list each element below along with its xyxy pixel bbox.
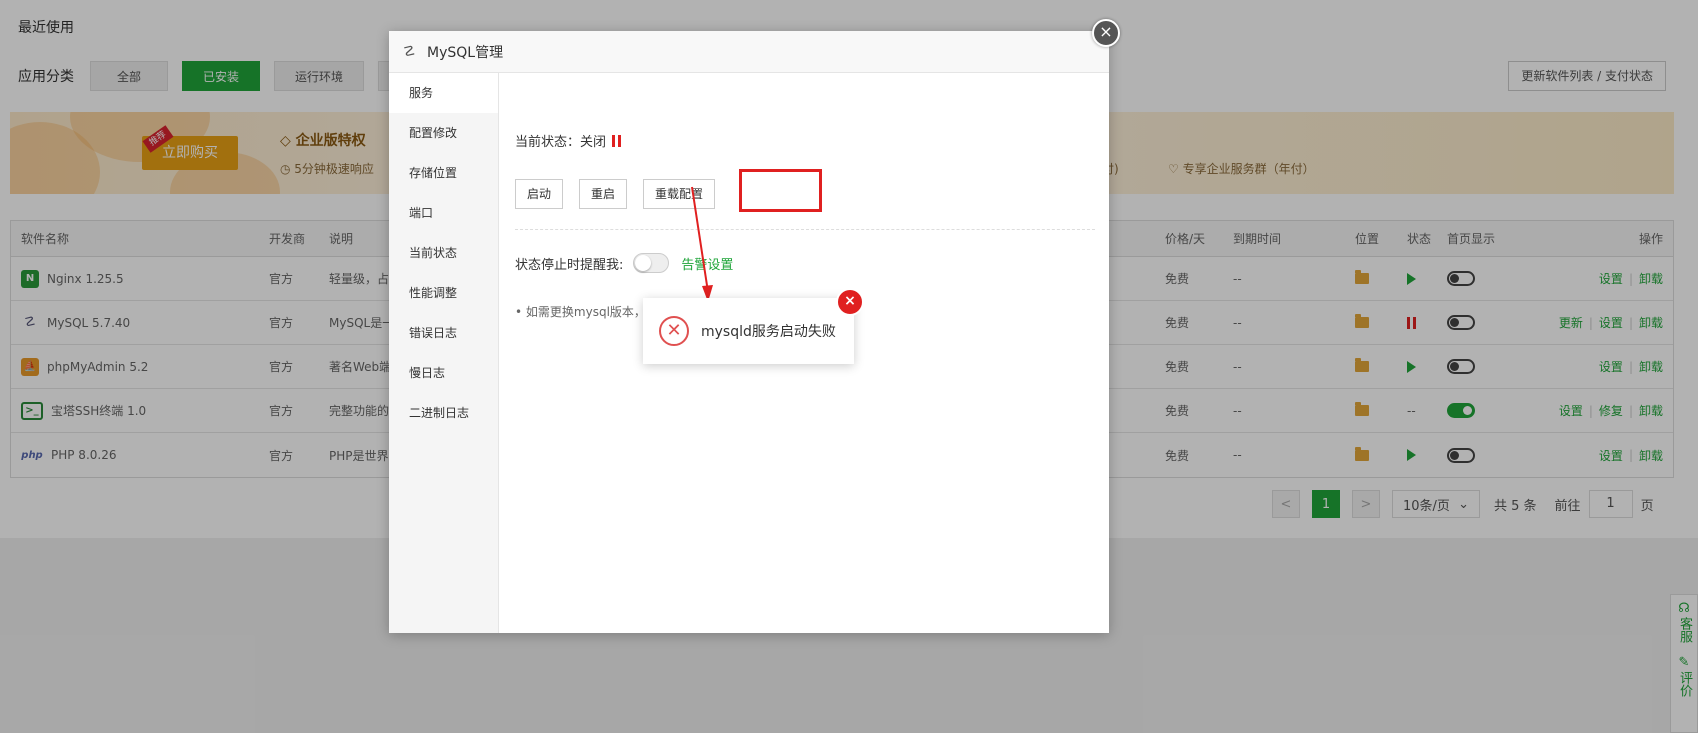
toast-message: mysqld服务启动失败 xyxy=(701,324,836,340)
restart-button[interactable]: 重启 xyxy=(579,179,628,209)
divider xyxy=(515,229,1095,230)
menu-error-log[interactable]: 错误日志 xyxy=(389,313,498,353)
highlight-box xyxy=(739,169,822,212)
menu-binlog[interactable]: 二进制日志 xyxy=(389,393,498,433)
stop-reminder-toggle[interactable] xyxy=(633,253,670,273)
menu-config[interactable]: 配置修改 xyxy=(389,113,498,153)
status-value: 关闭 xyxy=(580,135,607,150)
menu-storage[interactable]: 存储位置 xyxy=(389,153,498,193)
start-button[interactable]: 启动 xyxy=(515,179,564,209)
error-x-icon: ✕ xyxy=(659,316,689,346)
menu-current-status[interactable]: 当前状态 xyxy=(389,233,498,273)
dialog-header: ☡ MySQL管理 xyxy=(389,31,1109,73)
stopped-pause-icon xyxy=(612,134,622,147)
remind-label: 状态停止时提醒我: xyxy=(515,257,624,273)
menu-performance[interactable]: 性能调整 xyxy=(389,273,498,313)
close-dialog-button[interactable]: × xyxy=(1092,19,1120,47)
status-label: 当前状态： xyxy=(515,135,581,150)
stop-reminder-row: 状态停止时提醒我: 告警设置 xyxy=(515,253,733,273)
dialog-title: MySQL管理 xyxy=(427,44,504,61)
reload-config-button[interactable]: 重载配置 xyxy=(643,179,716,209)
error-toast: ✕ mysqld服务启动失败 xyxy=(643,298,854,364)
menu-port[interactable]: 端口 xyxy=(389,193,498,233)
close-toast-button[interactable]: × xyxy=(836,288,864,316)
dialog-sidebar: 服务 配置修改 存储位置 端口 当前状态 性能调整 错误日志 慢日志 二进制日志 xyxy=(389,73,499,633)
service-status: 当前状态： 关闭 xyxy=(515,131,622,150)
service-buttons: 启动 重启 重载配置 xyxy=(515,179,731,209)
menu-service[interactable]: 服务 xyxy=(389,73,498,113)
alarm-settings-link[interactable]: 告警设置 xyxy=(681,254,733,273)
mysql-dolphin-icon: ☡ xyxy=(403,43,416,60)
menu-slow-log[interactable]: 慢日志 xyxy=(389,353,498,393)
